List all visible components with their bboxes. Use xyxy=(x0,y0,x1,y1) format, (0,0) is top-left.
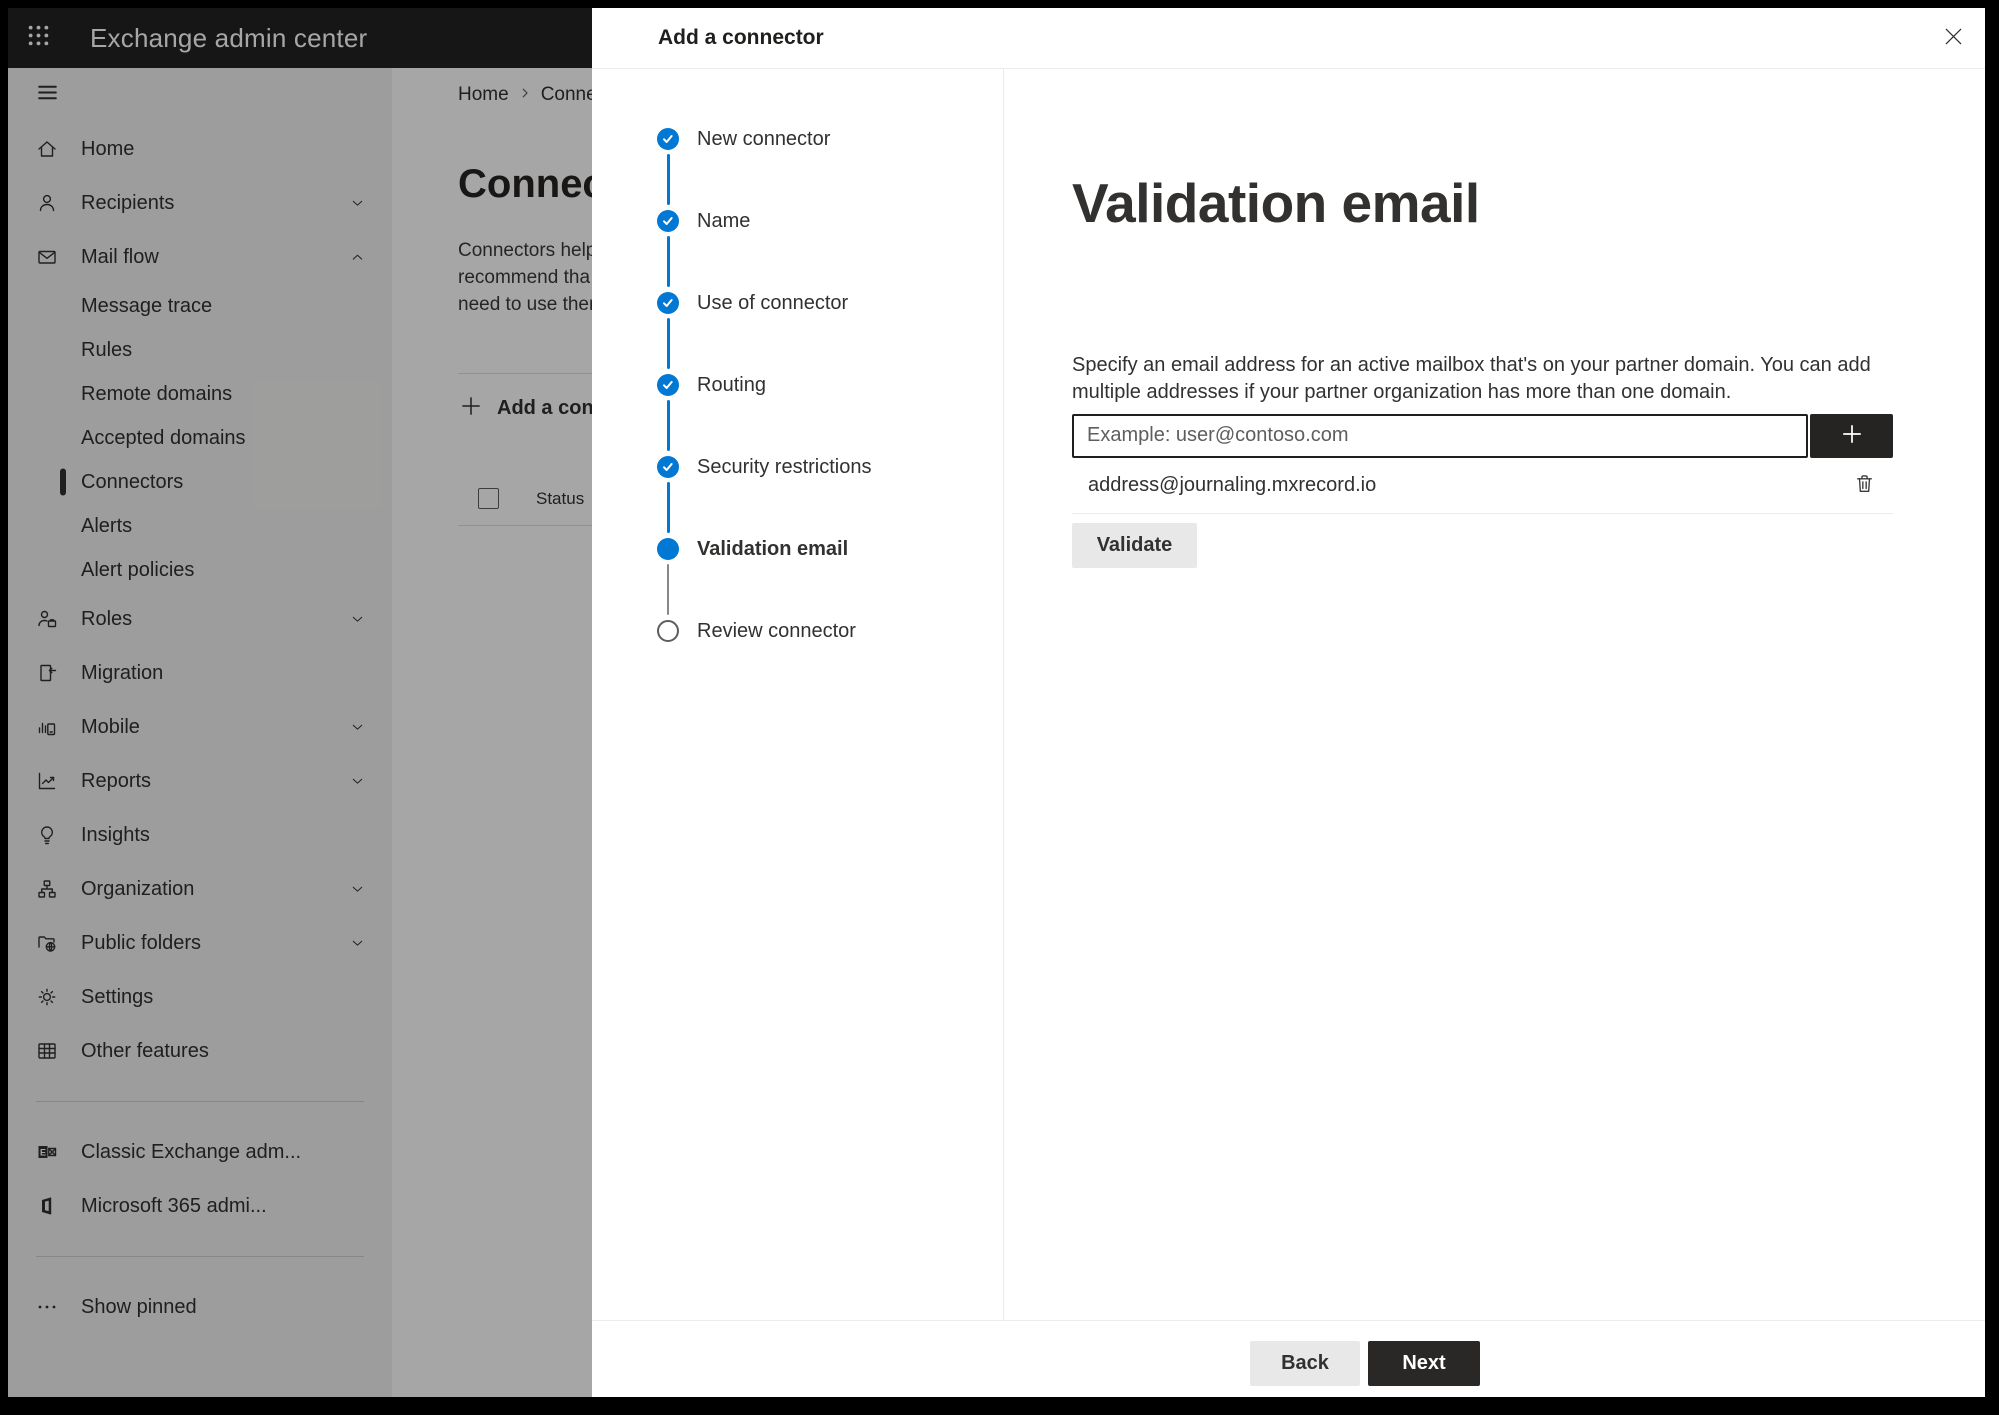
step-description: Specify an email address for an active m… xyxy=(1072,353,1871,403)
wizard-step-routing: Routing xyxy=(592,374,1003,456)
address-row: address@journaling.mxrecord.io xyxy=(1072,458,1893,514)
next-button[interactable]: Next xyxy=(1368,1341,1480,1386)
step-check-icon xyxy=(657,128,679,150)
wizard-step-content: Validation email Specify an email addres… xyxy=(1004,69,1985,1320)
validate-button[interactable]: Validate xyxy=(1072,522,1197,568)
add-connector-dialog: Add a connector New connector Name Use of … xyxy=(592,8,1985,1397)
step-label: Use of connector xyxy=(697,292,849,314)
wizard-step-name: Name xyxy=(592,210,1003,292)
plus-icon xyxy=(1839,421,1865,450)
step-label: Routing xyxy=(697,374,766,396)
step-label: Review connector xyxy=(697,620,856,642)
wizard-step-security-restrictions: Security restrictions xyxy=(592,456,1003,538)
wizard-steps: New connector Name Use of connector Routing… xyxy=(592,69,1004,1320)
wizard-step-validation-email: Validation email xyxy=(592,538,1003,620)
close-icon xyxy=(1942,25,1965,51)
step-label: New connector xyxy=(697,128,831,150)
email-input-row xyxy=(1072,413,1893,458)
wizard-step-review-connector: Review connector xyxy=(592,620,1003,702)
step-check-icon xyxy=(657,456,679,478)
step-connector-line xyxy=(666,318,670,369)
step-todo-icon xyxy=(657,620,679,642)
step-label: Validation email xyxy=(697,538,849,560)
step-connector-line xyxy=(666,236,670,287)
close-button[interactable] xyxy=(1935,20,1971,56)
step-check-icon xyxy=(657,374,679,396)
step-check-icon xyxy=(657,292,679,314)
back-button[interactable]: Back xyxy=(1250,1341,1360,1386)
screen: { "colors": { "accent_blue": "#0078d4", … xyxy=(0,0,1999,1415)
dialog-header: Add a connector xyxy=(592,8,1985,69)
step-current-icon xyxy=(657,538,679,560)
address-email: address@journaling.mxrecord.io xyxy=(1088,473,1377,496)
add-email-button[interactable] xyxy=(1810,413,1893,458)
wizard-step-use-of-connector: Use of connector xyxy=(592,292,1003,374)
dialog-title: Add a connector xyxy=(658,26,824,49)
trash-icon xyxy=(1852,471,1877,499)
wizard-step-new-connector: New connector xyxy=(592,128,1003,210)
step-check-icon xyxy=(657,210,679,232)
email-input[interactable] xyxy=(1072,413,1808,458)
app-window: Exchange admin center Home Recipients Mail… xyxy=(8,8,1985,1397)
dialog-footer: Back Next xyxy=(592,1320,1985,1397)
step-connector-line xyxy=(666,400,670,451)
step-label: Name xyxy=(697,210,751,232)
modal-dim-overlay xyxy=(8,8,592,1397)
step-connector-line xyxy=(667,564,669,615)
step-connector-line xyxy=(666,154,670,205)
delete-address-button[interactable] xyxy=(1850,469,1879,501)
step-connector-line xyxy=(666,482,670,533)
step-label: Security restrictions xyxy=(697,456,872,478)
step-heading: Validation email xyxy=(1072,172,1480,234)
